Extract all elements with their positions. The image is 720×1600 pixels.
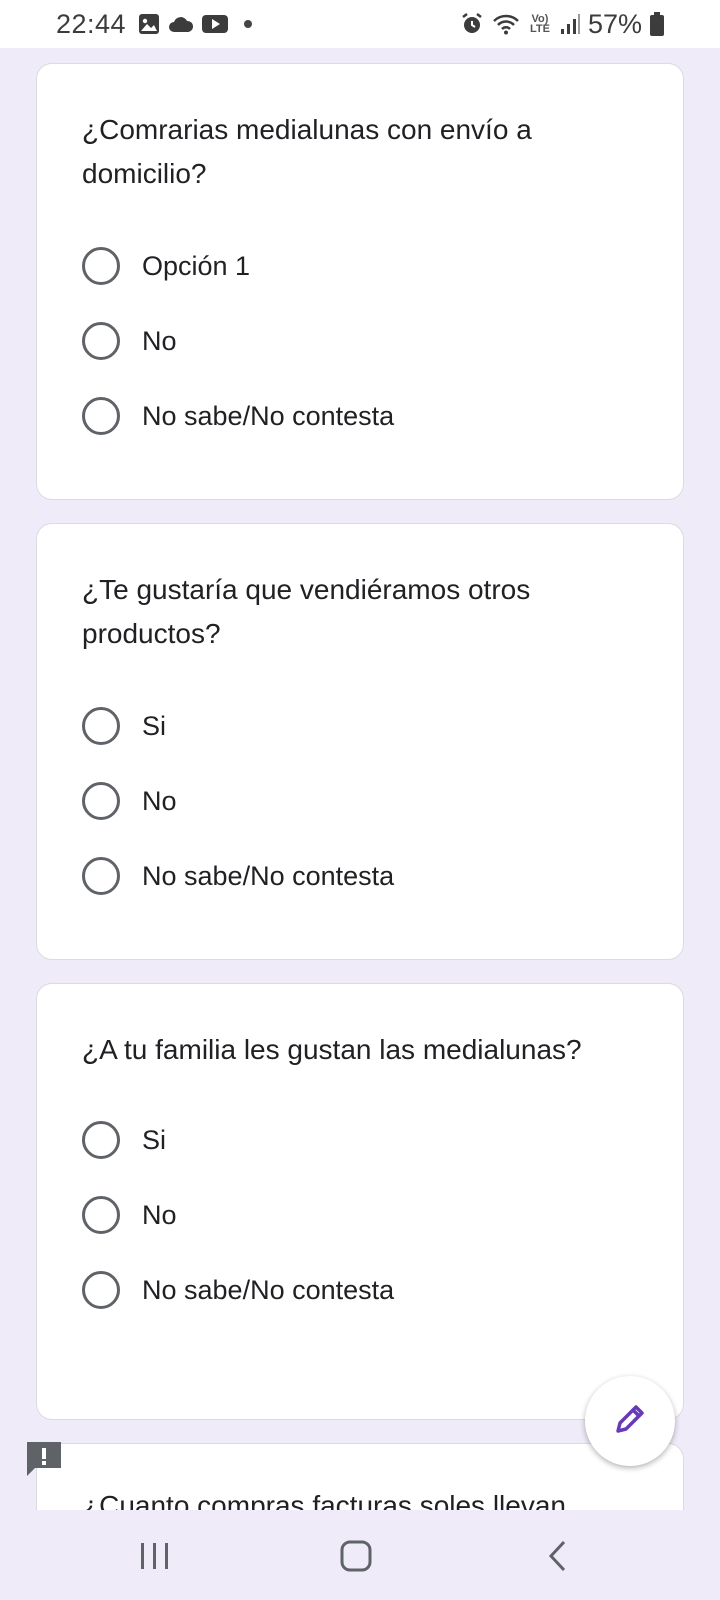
question-title: ¿Comrarias medialunas con envío a domici… xyxy=(82,114,532,189)
option-label: Si xyxy=(142,1124,167,1155)
status-bar-right: Vo) LTE 57% xyxy=(460,9,664,40)
question-card: ¿Cuanto compras facturas soles llevan me… xyxy=(36,1443,684,1510)
back-icon[interactable] xyxy=(528,1534,588,1578)
radio-button[interactable] xyxy=(82,782,120,820)
battery-percentage: 57% xyxy=(587,8,642,39)
wifi-icon xyxy=(492,13,520,35)
volte-icon: Vo) LTE xyxy=(529,13,550,35)
question-title: ¿A tu familia les gustan las medialunas? xyxy=(82,1034,582,1065)
option-label: No xyxy=(142,325,177,356)
youtube-icon xyxy=(202,14,229,34)
gallery-icon xyxy=(138,13,160,35)
notification-dot xyxy=(244,20,253,28)
radio-button[interactable] xyxy=(82,397,120,435)
option-label: No xyxy=(142,785,177,816)
pencil-icon xyxy=(610,1399,650,1444)
radio-option[interactable]: No sabe/No contesta xyxy=(82,396,394,436)
option-label: No sabe/No contesta xyxy=(142,1274,395,1305)
battery-icon xyxy=(650,12,664,36)
report-icon[interactable] xyxy=(25,1440,63,1478)
radio-option[interactable]: Si xyxy=(82,706,166,746)
radio-button[interactable] xyxy=(82,247,120,285)
option-label: No sabe/No contesta xyxy=(142,860,395,891)
radio-button[interactable] xyxy=(82,707,120,745)
radio-button[interactable] xyxy=(82,1121,120,1159)
radio-option[interactable]: No xyxy=(82,781,177,821)
home-icon[interactable] xyxy=(326,1534,386,1578)
radio-button[interactable] xyxy=(82,1196,120,1234)
radio-button[interactable] xyxy=(82,1271,120,1309)
alarm-icon xyxy=(460,12,484,36)
question-title: ¿Te gustaría que vendiéramos otros produ… xyxy=(82,574,531,649)
signal-icon xyxy=(560,13,580,35)
status-time: 22:44 xyxy=(56,8,127,39)
radio-option[interactable]: No xyxy=(82,1195,177,1235)
question-title: ¿Cuanto compras facturas soles llevan me… xyxy=(82,1490,566,1510)
status-bar: 22:44 Vo) LTE 57% xyxy=(0,0,720,48)
option-label: No xyxy=(142,1199,177,1230)
status-bar-left: 22:44 xyxy=(56,8,253,40)
edit-fab-button[interactable] xyxy=(585,1376,675,1466)
recents-icon[interactable] xyxy=(125,1534,185,1578)
question-card: ¿Te gustaría que vendiéramos otros produ… xyxy=(36,523,684,960)
form-content[interactable]: ¿Comrarias medialunas con envío a domici… xyxy=(0,48,720,1510)
question-card: ¿Comrarias medialunas con envío a domici… xyxy=(36,63,684,500)
option-label: Si xyxy=(142,710,167,741)
radio-option[interactable]: Opción 1 xyxy=(82,246,250,286)
option-label: No sabe/No contesta xyxy=(142,400,395,431)
radio-option[interactable]: No sabe/No contesta xyxy=(82,856,394,896)
option-label: Opción 1 xyxy=(142,250,251,281)
radio-option[interactable]: No xyxy=(82,321,177,361)
question-card: ¿A tu familia les gustan las medialunas?… xyxy=(36,983,684,1420)
radio-button[interactable] xyxy=(82,857,120,895)
cloud-icon xyxy=(168,15,194,33)
radio-option[interactable]: Si xyxy=(82,1120,166,1160)
navigation-bar xyxy=(0,1510,720,1600)
radio-option[interactable]: No sabe/No contesta xyxy=(82,1270,394,1310)
radio-button[interactable] xyxy=(82,322,120,360)
